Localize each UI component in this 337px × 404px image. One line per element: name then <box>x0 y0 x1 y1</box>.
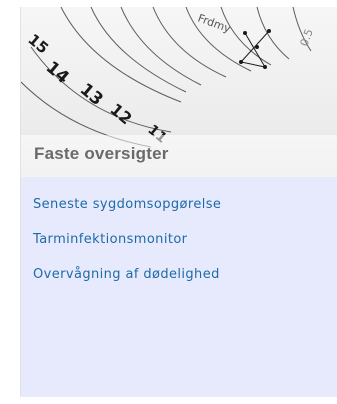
list-item: Overvågning af dødelighed <box>33 265 221 282</box>
list-item: Tarminfektionsmonitor <box>33 230 221 247</box>
overview-links-list: Seneste sygdomsopgørelse Tarminfektionsm… <box>33 195 221 300</box>
list-item: Seneste sygdomsopgørelse <box>33 195 221 212</box>
mortality-monitoring-link[interactable]: Overvågning af dødelighed <box>33 267 220 282</box>
ruler-top-text: Frdmy <box>196 12 233 36</box>
latest-disease-report-link[interactable]: Seneste sygdomsopgørelse <box>33 197 221 212</box>
fixed-overviews-panel: 15 14 13 12 11 0.5 Frdmy Faste oversigte… <box>20 7 337 397</box>
ruler-number: 15 <box>24 30 52 57</box>
ruler-number: 12 <box>106 100 135 129</box>
section-title: Faste oversigter <box>34 144 169 163</box>
page: 15 14 13 12 11 0.5 Frdmy Faste oversigte… <box>0 0 337 404</box>
intestinal-infection-monitor-link[interactable]: Tarminfektionsmonitor <box>33 232 187 247</box>
ruler-number: 13 <box>76 80 107 111</box>
ruler-header-image: 15 14 13 12 11 0.5 Frdmy Faste oversigte… <box>21 7 337 177</box>
ruler-number: 14 <box>42 58 73 89</box>
